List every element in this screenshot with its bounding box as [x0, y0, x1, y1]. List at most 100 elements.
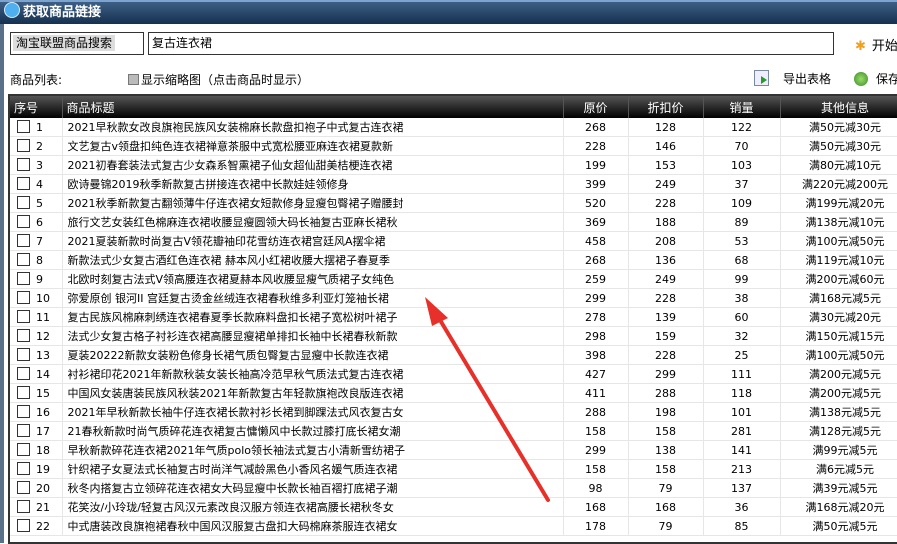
- row-discount: 158: [628, 421, 704, 441]
- table-row[interactable]: 6 旅行文艺女装红色棉麻连衣裙收腰显瘦圆领大码长袖复古亚麻长裙秋 369 188…: [10, 212, 897, 232]
- table-row[interactable]: 7 2021夏装新款时尚复古V领花瓣袖印花雪纺连衣裙宫廷风A摆伞裙 458 20…: [10, 231, 897, 251]
- row-title[interactable]: 旅行文艺女装红色棉麻连衣裙收腰显瘦圆领大码长袖复古亚麻长裙秋: [62, 212, 564, 232]
- row-title[interactable]: 2021夏装新款时尚复古V领花瓣袖印花雪纺连衣裙宫廷风A摆伞裙: [62, 231, 564, 251]
- table-row[interactable]: 18 早秋新款碎花连衣裙2021年气质polo领长袖法式复古小清新雪纺裙子 29…: [10, 440, 897, 460]
- row-discount: 128: [628, 118, 704, 137]
- col-sales[interactable]: 销量: [703, 96, 781, 118]
- row-checkbox[interactable]: [17, 177, 30, 190]
- row-checkbox[interactable]: [17, 386, 30, 399]
- row-title[interactable]: 欧诗曼锦2019秋季新款复古拼接连衣裙中长款娃娃领修身: [62, 174, 564, 194]
- col-discount[interactable]: 折扣价: [628, 96, 704, 118]
- row-title[interactable]: 夏装20222新款女装粉色修身长裙气质包臀复古显瘦中长款连衣裙: [62, 345, 564, 365]
- col-title[interactable]: 商品标题: [62, 96, 564, 118]
- row-title[interactable]: 2021年早秋新款长袖牛仔连衣裙长款衬衫长裙到脚踝法式风衣复古女: [62, 402, 564, 422]
- row-title[interactable]: 弥爱原创 银河II 宫廷复古烫金丝绒连衣裙春秋维多利亚灯笼袖长裙: [62, 288, 564, 308]
- save-button[interactable]: 保存: [854, 70, 897, 87]
- table-row[interactable]: 12 法式少女复古格子衬衫连衣裙高腰显瘦裙单排扣长袖中长裙春秋新款 298 15…: [10, 326, 897, 346]
- row-title[interactable]: 21春秋新款时尚气质碎花连衣裙复古慵懒风中长款过膝打底长裙女潮: [62, 421, 564, 441]
- row-checkbox[interactable]: [17, 367, 30, 380]
- row-title[interactable]: 衬衫裙印花2021年新款秋装女装长袖高冷范早秋气质法式复古连衣裙: [62, 364, 564, 384]
- search-source-value: 淘宝联盟商品搜索: [13, 35, 116, 51]
- row-checkbox[interactable]: [17, 329, 30, 342]
- row-checkbox[interactable]: [17, 253, 30, 266]
- col-no[interactable]: 序号: [10, 96, 63, 118]
- row-title[interactable]: 中式唐装改良旗袍裙春秋中国风汉服复古盘扣大码棉麻茶服连衣裙女: [62, 516, 564, 536]
- row-checkbox[interactable]: [17, 158, 30, 171]
- table-row[interactable]: 8 新款法式少女复古酒红色连衣裙 赫本风小红裙收腰大摆裙子春夏季 268 136…: [10, 250, 897, 270]
- row-info: 满30元减20元: [780, 307, 897, 327]
- row-title[interactable]: 2021秋季新款复古翻领薄牛仔连衣裙女短款修身显瘦包臀裙子赠腰封: [62, 193, 564, 213]
- table-row[interactable]: 15 中国风女装唐装民族风秋装2021年新款复古年轻款旗袍改良版连衣裙 411 …: [10, 383, 897, 403]
- row-title[interactable]: 复古民族风棉麻刺绣连衣裙春夏季长款麻料盘扣长裙子宽松树叶裙子: [62, 307, 564, 327]
- row-checkbox[interactable]: [17, 424, 30, 437]
- table-row[interactable]: 20 秋冬内搭复古立领碎花连衣裙女大码显瘦中长款长袖百褶打底裙子潮 98 79 …: [10, 478, 897, 498]
- start-button[interactable]: ✱ 开始: [855, 35, 897, 54]
- row-title[interactable]: 早秋新款碎花连衣裙2021年气质polo领长袖法式复古小清新雪纺裙子: [62, 440, 564, 460]
- row-title[interactable]: 法式少女复古格子衬衫连衣裙高腰显瘦裙单排扣长袖中长裙春秋新款: [62, 326, 564, 346]
- thumbnail-label: 显示缩略图（点击商品时显示）: [141, 73, 310, 87]
- table-row[interactable]: 10 弥爱原创 银河II 宫廷复古烫金丝绒连衣裙春秋维多利亚灯笼袖长裙 299 …: [10, 288, 897, 308]
- row-sales: 111: [703, 364, 781, 384]
- table-row[interactable]: 4 欧诗曼锦2019秋季新款复古拼接连衣裙中长款娃娃领修身 399 249 37…: [10, 174, 897, 194]
- col-info[interactable]: 其他信息: [780, 96, 897, 118]
- row-discount: 228: [628, 288, 704, 308]
- table-row[interactable]: 3 2021初春套装法式复古少女森系智熏裙子仙女超仙甜美桔梗连衣裙 199 15…: [10, 155, 897, 175]
- checkbox-icon[interactable]: [128, 74, 139, 85]
- table-row[interactable]: 9 北欧时刻复古法式V领高腰连衣裙夏赫本风收腰显瘦气质裙子女纯色 259 249…: [10, 269, 897, 289]
- search-source-select[interactable]: 淘宝联盟商品搜索: [10, 32, 144, 55]
- row-checkbox[interactable]: [17, 443, 30, 456]
- row-checkbox[interactable]: [17, 291, 30, 304]
- keyword-input[interactable]: 复古连衣裙: [148, 32, 834, 55]
- row-checkbox[interactable]: [17, 215, 30, 228]
- export-label: 导出表格: [783, 72, 832, 86]
- row-sales: 85: [703, 516, 781, 536]
- row-checkbox[interactable]: [17, 234, 30, 247]
- row-checkbox[interactable]: [17, 310, 30, 323]
- row-info: 满199元减20元: [780, 193, 897, 213]
- row-title[interactable]: 2021早秋款女改良旗袍民族风女装棉麻长款盘扣袍子中式复古连衣裙: [62, 118, 564, 137]
- row-checkbox[interactable]: [17, 462, 30, 475]
- row-discount: 79: [628, 516, 704, 536]
- row-title[interactable]: 新款法式少女复古酒红色连衣裙 赫本风小红裙收腰大摆裙子春夏季: [62, 250, 564, 270]
- row-no: 1: [36, 121, 43, 134]
- row-info: 满100元减50元: [780, 231, 897, 251]
- table-row[interactable]: 2 文艺复古v领盘扣纯色连衣裙禅意茶服中式宽松腰亚麻连衣裙夏款新 228 146…: [10, 136, 897, 156]
- row-title[interactable]: 北欧时刻复古法式V领高腰连衣裙夏赫本风收腰显瘦气质裙子女纯色: [62, 269, 564, 289]
- row-checkbox[interactable]: [17, 139, 30, 152]
- row-discount: 139: [628, 307, 704, 327]
- row-title[interactable]: 2021初春套装法式复古少女森系智熏裙子仙女超仙甜美桔梗连衣裙: [62, 155, 564, 175]
- row-checkbox[interactable]: [17, 196, 30, 209]
- row-title[interactable]: 中国风女装唐装民族风秋装2021年新款复古年轻款旗袍改良版连衣裙: [62, 383, 564, 403]
- row-checkbox[interactable]: [17, 500, 30, 513]
- table-row[interactable]: 14 衬衫裙印花2021年新款秋装女装长袖高冷范早秋气质法式复古连衣裙 427 …: [10, 364, 897, 384]
- table-row[interactable]: 19 针织裙子女夏法式长袖复古时尚洋气减龄黑色小香风名媛气质连衣裙 158 15…: [10, 459, 897, 479]
- table-row[interactable]: 11 复古民族风棉麻刺绣连衣裙春夏季长款麻料盘扣长裙子宽松树叶裙子 278 13…: [10, 307, 897, 327]
- thumbnail-toggle[interactable]: 显示缩略图（点击商品时显示）: [128, 71, 309, 88]
- row-info: 满50元减5元: [780, 516, 897, 536]
- row-sales: 213: [703, 459, 781, 479]
- table-row[interactable]: 16 2021年早秋新款长袖牛仔连衣裙长款衬衫长裙到脚踝法式风衣复古女 288 …: [10, 402, 897, 422]
- row-title[interactable]: 花笑汝/小玲珑/轻复古风汉元素改良汉服方领连衣裙高腰长裙秋冬女: [62, 497, 564, 517]
- row-title[interactable]: 针织裙子女夏法式长袖复古时尚洋气减龄黑色小香风名媛气质连衣裙: [62, 459, 564, 479]
- col-price[interactable]: 原价: [563, 96, 629, 118]
- table-row[interactable]: 13 夏装20222新款女装粉色修身长裙气质包臀复古显瘦中长款连衣裙 398 2…: [10, 345, 897, 365]
- row-price: 158: [563, 459, 629, 479]
- row-checkbox[interactable]: [17, 120, 30, 133]
- row-checkbox[interactable]: [17, 348, 30, 361]
- row-title[interactable]: 文艺复古v领盘扣纯色连衣裙禅意茶服中式宽松腰亚麻连衣裙夏款新: [62, 136, 564, 156]
- row-no-cell: 5: [10, 193, 63, 213]
- table-row[interactable]: 1 2021早秋款女改良旗袍民族风女装棉麻长款盘扣袍子中式复古连衣裙 268 1…: [10, 118, 897, 137]
- row-checkbox[interactable]: [17, 272, 30, 285]
- row-no-cell: 20: [10, 478, 63, 498]
- row-checkbox[interactable]: [17, 519, 30, 532]
- row-sales: 137: [703, 478, 781, 498]
- table-row[interactable]: 17 21春秋新款时尚气质碎花连衣裙复古慵懒风中长款过膝打底长裙女潮 158 1…: [10, 421, 897, 441]
- row-checkbox[interactable]: [17, 481, 30, 494]
- row-price: 299: [563, 440, 629, 460]
- table-row[interactable]: 21 花笑汝/小玲珑/轻复古风汉元素改良汉服方领连衣裙高腰长裙秋冬女 168 1…: [10, 497, 897, 517]
- table-row[interactable]: 22 中式唐装改良旗袍裙春秋中国风汉服复古盘扣大码棉麻茶服连衣裙女 178 79…: [10, 516, 897, 536]
- export-button[interactable]: 导出表格: [754, 70, 831, 87]
- table-row[interactable]: 5 2021秋季新款复古翻领薄牛仔连衣裙女短款修身显瘦包臀裙子赠腰封 520 2…: [10, 193, 897, 213]
- row-title[interactable]: 秋冬内搭复古立领碎花连衣裙女大码显瘦中长款长袖百褶打底裙子潮: [62, 478, 564, 498]
- row-checkbox[interactable]: [17, 405, 30, 418]
